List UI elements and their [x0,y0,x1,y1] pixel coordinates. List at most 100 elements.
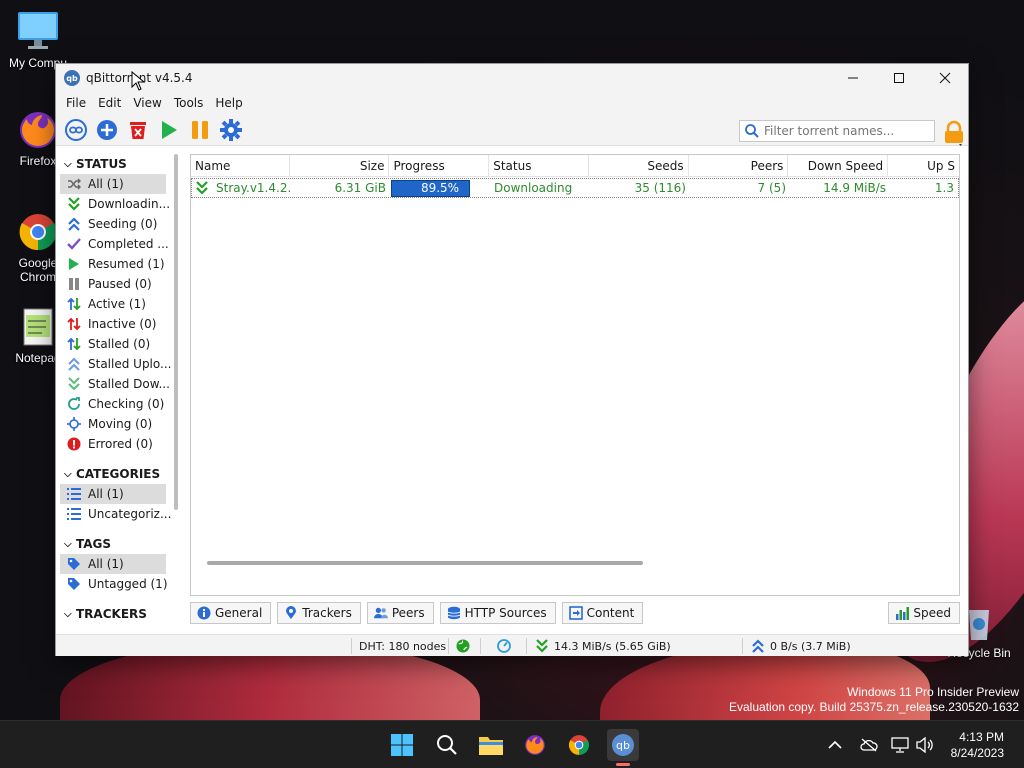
check-icon [66,237,82,251]
start-button[interactable] [386,729,418,761]
search-icon [437,735,457,755]
download-speed-status[interactable]: 14.3 MiB/s (5.65 GiB) [536,638,671,654]
qbittorrent-app-icon: qb [64,70,80,86]
lock-icon [945,120,963,146]
tab-peers[interactable]: Peers [366,602,434,624]
show-hidden-icons-button[interactable] [828,721,842,768]
tab-http-sources[interactable]: HTTP Sources [439,602,556,624]
pause-icon [192,120,208,139]
filter-torrent-input[interactable] [764,124,934,138]
menu-view[interactable]: View [127,96,167,110]
sidebar-item-status-inactive[interactable]: Inactive (0) [60,314,178,334]
taskbar-qbittorrent[interactable]: qb [607,729,639,761]
sidebar-item-status-stalled-downloading[interactable]: Stalled Dow... [60,374,178,394]
sidebar-item-category-all[interactable]: All (1) [60,484,166,504]
lock-ui-button[interactable] [943,120,963,146]
menu-tools[interactable]: Tools [168,96,210,110]
alt-speed-limits-button[interactable] [497,638,511,654]
tab-general[interactable]: General [190,602,272,624]
column-header-seeds[interactable]: Seeds [589,155,689,177]
options-button[interactable] [217,116,245,144]
menu-edit[interactable]: Edit [92,96,127,110]
delete-torrent-button[interactable] [124,116,152,144]
network-tray[interactable] [891,721,909,768]
notepad-icon [16,305,60,349]
dht-nodes-status: DHT: 180 nodes [359,639,447,653]
sidebar-item-status-downloading[interactable]: Downloadin... [60,194,178,214]
close-icon [939,72,951,84]
taskbar-chrome[interactable] [563,729,595,761]
status-section-header[interactable]: ⌵ STATUS [60,154,178,174]
sidebar-item-status-paused[interactable]: Paused (0) [60,274,178,294]
title-bar[interactable]: qb qBittorrent v4.5.4 [56,64,968,92]
trackers-section-title: TRACKERS [76,607,147,621]
chevron-up-icon [828,740,842,749]
sidebar-item-status-seeding[interactable]: Seeding (0) [60,214,178,234]
taskbar-clock[interactable]: 4:13 PM 8/24/2023 [951,729,1004,761]
tab-trackers[interactable]: Trackers [277,602,361,624]
upload-chevron-icon [66,217,82,231]
filter-search-box[interactable] [739,120,935,142]
watermark-line-1: Windows 11 Pro Insider Preview [847,685,1019,699]
taskbar-search-button[interactable] [431,729,463,761]
column-header-progress[interactable]: Progress [389,155,490,177]
column-header-down-speed[interactable]: Down Speed [788,155,889,177]
sidebar-item-status-completed[interactable]: Completed ... [60,234,178,254]
chevron-down-icon: ⌵ [64,608,72,620]
sidebar-item-status-stalled-uploading[interactable]: Stalled Uplo... [60,354,178,374]
table-row[interactable]: Stray.v1.4.2... 6.31 GiB 89.5% Downloadi… [191,178,959,198]
taskbar-firefox[interactable] [519,729,551,761]
sidebar-item-status-stalled[interactable]: Stalled (0) [60,334,178,354]
menu-help[interactable]: Help [209,96,248,110]
pause-button[interactable] [186,116,214,144]
sidebar-item-status-active[interactable]: Active (1) [60,294,178,314]
sidebar-item-label: All (1) [88,177,124,191]
categories-section-header[interactable]: ⌵ CATEGORIES [60,464,178,484]
status-bar: DHT: 180 nodes 14.3 MiB/s (5.65 GiB) 0 B… [56,634,968,656]
taskbar-file-explorer[interactable] [475,729,507,761]
window-title: qBittorrent v4.5.4 [86,71,193,85]
sidebar-item-status-all[interactable]: All (1) [60,174,166,194]
column-header-size[interactable]: Size [290,155,390,177]
sidebar-item-category-uncategorized[interactable]: Uncategoriz... [60,504,178,524]
column-header-status[interactable]: Status [489,155,589,177]
cell-peers: 7 (5) [757,181,786,195]
desktop-icon-my-computer[interactable]: My Compu [3,10,73,70]
sidebar-item-status-moving[interactable]: Moving (0) [60,414,178,434]
list-icon [66,487,82,501]
connection-status-button[interactable] [456,638,470,654]
volume-tray[interactable] [916,721,934,768]
download-speed-text: 14.3 MiB/s (5.65 GiB) [554,639,671,653]
onedrive-tray[interactable] [860,721,878,768]
maximize-button[interactable] [876,64,922,92]
tags-section-header[interactable]: ⌵ TAGS [60,534,178,554]
resume-button[interactable] [155,116,183,144]
sidebar-item-tag-all[interactable]: All (1) [60,554,166,574]
column-header-peers[interactable]: Peers [689,155,789,177]
sidebar-item-status-resumed[interactable]: Resumed (1) [60,254,178,274]
sidebar-item-label: Downloadin... [88,197,171,211]
menu-file[interactable]: File [60,96,92,110]
horizontal-scrollbar[interactable] [207,561,643,565]
column-header-name[interactable]: Name [191,155,290,177]
sidebar-item-label: Moving (0) [88,417,153,431]
tab-content[interactable]: Content [561,602,644,624]
upload-speed-status[interactable]: 0 B/s (3.7 MiB) [752,638,851,654]
sidebar-item-status-checking[interactable]: Checking (0) [60,394,178,414]
error-icon [66,437,82,451]
sidebar-item-status-errored[interactable]: Errored (0) [60,434,178,454]
tab-speed[interactable]: Speed [888,602,960,624]
minimize-button[interactable] [830,64,876,92]
add-torrent-link-button[interactable] [62,116,90,144]
cloud-offline-icon [860,738,878,752]
trackers-section-header[interactable]: ⌵ TRACKERS [60,604,178,624]
sidebar-item-tag-untagged[interactable]: Untagged (1) [60,574,178,594]
sidebar-scrollbar[interactable] [174,154,178,510]
column-header-up-speed[interactable]: Up S [888,155,959,177]
tab-label: Content [586,606,635,620]
close-button[interactable] [922,64,968,92]
sidebar-item-label: Stalled Dow... [88,377,170,391]
add-torrent-file-button[interactable] [93,116,121,144]
search-icon [745,124,759,138]
database-icon [447,606,461,620]
